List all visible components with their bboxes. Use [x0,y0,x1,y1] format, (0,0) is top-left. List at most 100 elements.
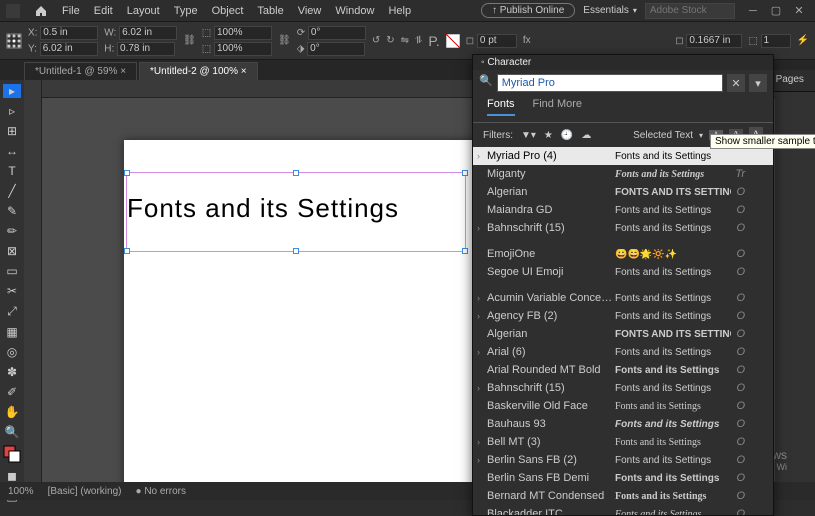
font-row[interactable]: Bernard MT CondensedFonts and its Settin… [473,487,773,505]
font-row[interactable]: ›Berlin Sans FB (2)Fonts and its Setting… [473,451,773,469]
font-search-input[interactable] [497,74,723,92]
rotate-cw-icon[interactable]: ↻ [386,35,394,46]
shear-field[interactable] [307,42,365,56]
chevron-down-icon[interactable]: ▾ [699,131,703,140]
find-more-tab[interactable]: Find More [533,98,583,116]
scale-y-field[interactable] [214,42,272,56]
adobe-stock-search[interactable] [645,3,735,19]
font-row[interactable]: ›Bahnschrift (15)Fonts and its SettingsO [473,379,773,397]
menu-view[interactable]: View [298,5,322,17]
font-row[interactable]: Berlin Sans FB DemiFonts and its Setting… [473,469,773,487]
selection-tool[interactable]: ▸ [3,84,21,98]
favorite-filter-icon[interactable]: ★ [544,130,553,141]
tab-pages[interactable]: Pages [770,70,810,91]
close-icon[interactable]: ✕ [789,4,809,17]
selected-text-label[interactable]: Selected Text [633,130,693,141]
layer-indicator[interactable]: [Basic] (working) [48,486,122,497]
gradient-feather-tool[interactable]: ◎ [3,345,21,359]
flip-h-icon[interactable]: ⇋ [401,35,409,46]
fill-stroke-icon[interactable] [3,445,21,463]
menu-layout[interactable]: Layout [127,5,160,17]
corner-a-field[interactable] [686,34,742,48]
workspace-switcher[interactable]: Essentials ▾ [583,5,637,16]
activated-filter-icon[interactable]: ☁ [581,130,591,141]
expand-caret-icon[interactable]: › [477,223,480,233]
flip-v-icon[interactable]: ⥮ [415,35,422,46]
menu-file[interactable]: File [62,5,80,17]
menu-edit[interactable]: Edit [94,5,113,17]
expand-caret-icon[interactable]: › [477,347,480,357]
font-row[interactable]: Segoe UI EmojiFonts and its SettingsO [473,263,773,281]
reference-point-icon[interactable] [6,33,22,49]
font-row[interactable]: Blackadder ITCFonts and its SettingsO [473,505,773,515]
pencil-tool[interactable]: ✏ [3,224,21,238]
home-icon[interactable] [34,4,48,18]
y-field[interactable] [40,42,98,56]
note-tool[interactable]: ✽ [3,365,21,379]
resize-handle[interactable] [124,170,130,176]
corner-b-field[interactable] [761,34,791,48]
fonts-tab[interactable]: Fonts [487,98,515,116]
font-row[interactable]: AlgerianFONTS AND ITS SETTINGSO [473,325,773,343]
zoom-level[interactable]: 100% [8,486,34,497]
font-menu-dropdown-icon[interactable]: ▾ [749,74,767,92]
resize-handle[interactable] [124,248,130,254]
line-tool[interactable]: ╱ [3,184,21,198]
free-transform-tool[interactable]: ⤢ [3,304,21,319]
font-row[interactable]: Maiandra GDFonts and its SettingsO [473,201,773,219]
minimize-icon[interactable]: ─ [743,5,763,17]
publish-online-button[interactable]: ↑ Publish Online [481,3,575,18]
character-panel-title[interactable]: ◦ Character [473,55,773,70]
filter-funnel-icon[interactable]: ▼▾ [521,130,536,141]
resize-handle[interactable] [462,248,468,254]
apply-color-icon[interactable]: ◼ [3,469,21,483]
gradient-swatch-tool[interactable]: ▦ [3,325,21,339]
resize-handle[interactable] [462,170,468,176]
hand-tool[interactable]: ✋ [3,405,21,419]
font-row[interactable]: ›Agency FB (2)Fonts and its SettingsO [473,307,773,325]
rotate-field[interactable] [308,26,366,40]
paragraph-style-icon[interactable]: P. [428,33,439,49]
text-frame[interactable]: Fonts and its Settings [126,172,466,252]
font-row[interactable]: ›Arial (6)Fonts and its SettingsO [473,343,773,361]
rectangle-frame-tool[interactable]: ⊠ [3,244,21,258]
menu-object[interactable]: Object [212,5,244,17]
expand-caret-icon[interactable]: › [477,455,480,465]
expand-caret-icon[interactable]: › [477,437,480,447]
type-tool[interactable]: T [3,164,21,178]
document-tab[interactable]: *Untitled-1 @ 59% × [24,62,137,80]
scissors-tool[interactable]: ✂ [3,284,21,298]
font-row[interactable]: Arial Rounded MT BoldFonts and its Setti… [473,361,773,379]
document-tab[interactable]: *Untitled-2 @ 100% × [139,62,258,80]
gap-tool[interactable]: ↔ [3,144,21,158]
expand-caret-icon[interactable]: › [477,383,480,393]
clear-search-icon[interactable]: ✕ [727,74,745,92]
font-row[interactable]: AlgerianFONTS AND ITS SETTINGSO [473,183,773,201]
w-field[interactable] [119,26,177,40]
font-row[interactable]: Bauhaus 93Fonts and its SettingsO [473,415,773,433]
expand-caret-icon[interactable]: › [477,293,480,303]
menu-type[interactable]: Type [174,5,198,17]
link-wh-icon[interactable]: ⛓ [183,35,196,46]
font-row[interactable]: ›Acumin Variable Concept (91)Fonts and i… [473,289,773,307]
resize-handle[interactable] [293,170,299,176]
fill-swatch-icon[interactable] [446,34,460,48]
font-row[interactable]: ›Bahnschrift (15)Fonts and its SettingsO [473,219,773,237]
expand-caret-icon[interactable]: › [477,311,480,321]
rotate-ccw-icon[interactable]: ↺ [372,35,380,46]
thunder-icon[interactable]: ⚡ [797,35,809,46]
direct-selection-tool[interactable]: ▹ [3,104,21,118]
font-row[interactable]: MigantyFonts and its SettingsTr [473,165,773,183]
eyedropper-tool[interactable]: ✐ [3,385,21,399]
page-tool[interactable]: ⊞ [3,124,21,138]
rectangle-tool[interactable]: ▭ [3,264,21,278]
pen-tool[interactable]: ✎ [3,204,21,218]
link-scale-icon[interactable]: ⛓ [278,35,291,46]
font-row[interactable]: Baskerville Old FaceFonts and its Settin… [473,397,773,415]
font-row[interactable]: ›Myriad Pro (4)Fonts and its Settings [473,147,773,165]
menu-window[interactable]: Window [335,5,374,17]
zoom-tool[interactable]: 🔍 [3,425,21,439]
font-row[interactable]: ›Bell MT (3)Fonts and its SettingsO [473,433,773,451]
x-field[interactable] [40,26,98,40]
resize-handle[interactable] [293,248,299,254]
